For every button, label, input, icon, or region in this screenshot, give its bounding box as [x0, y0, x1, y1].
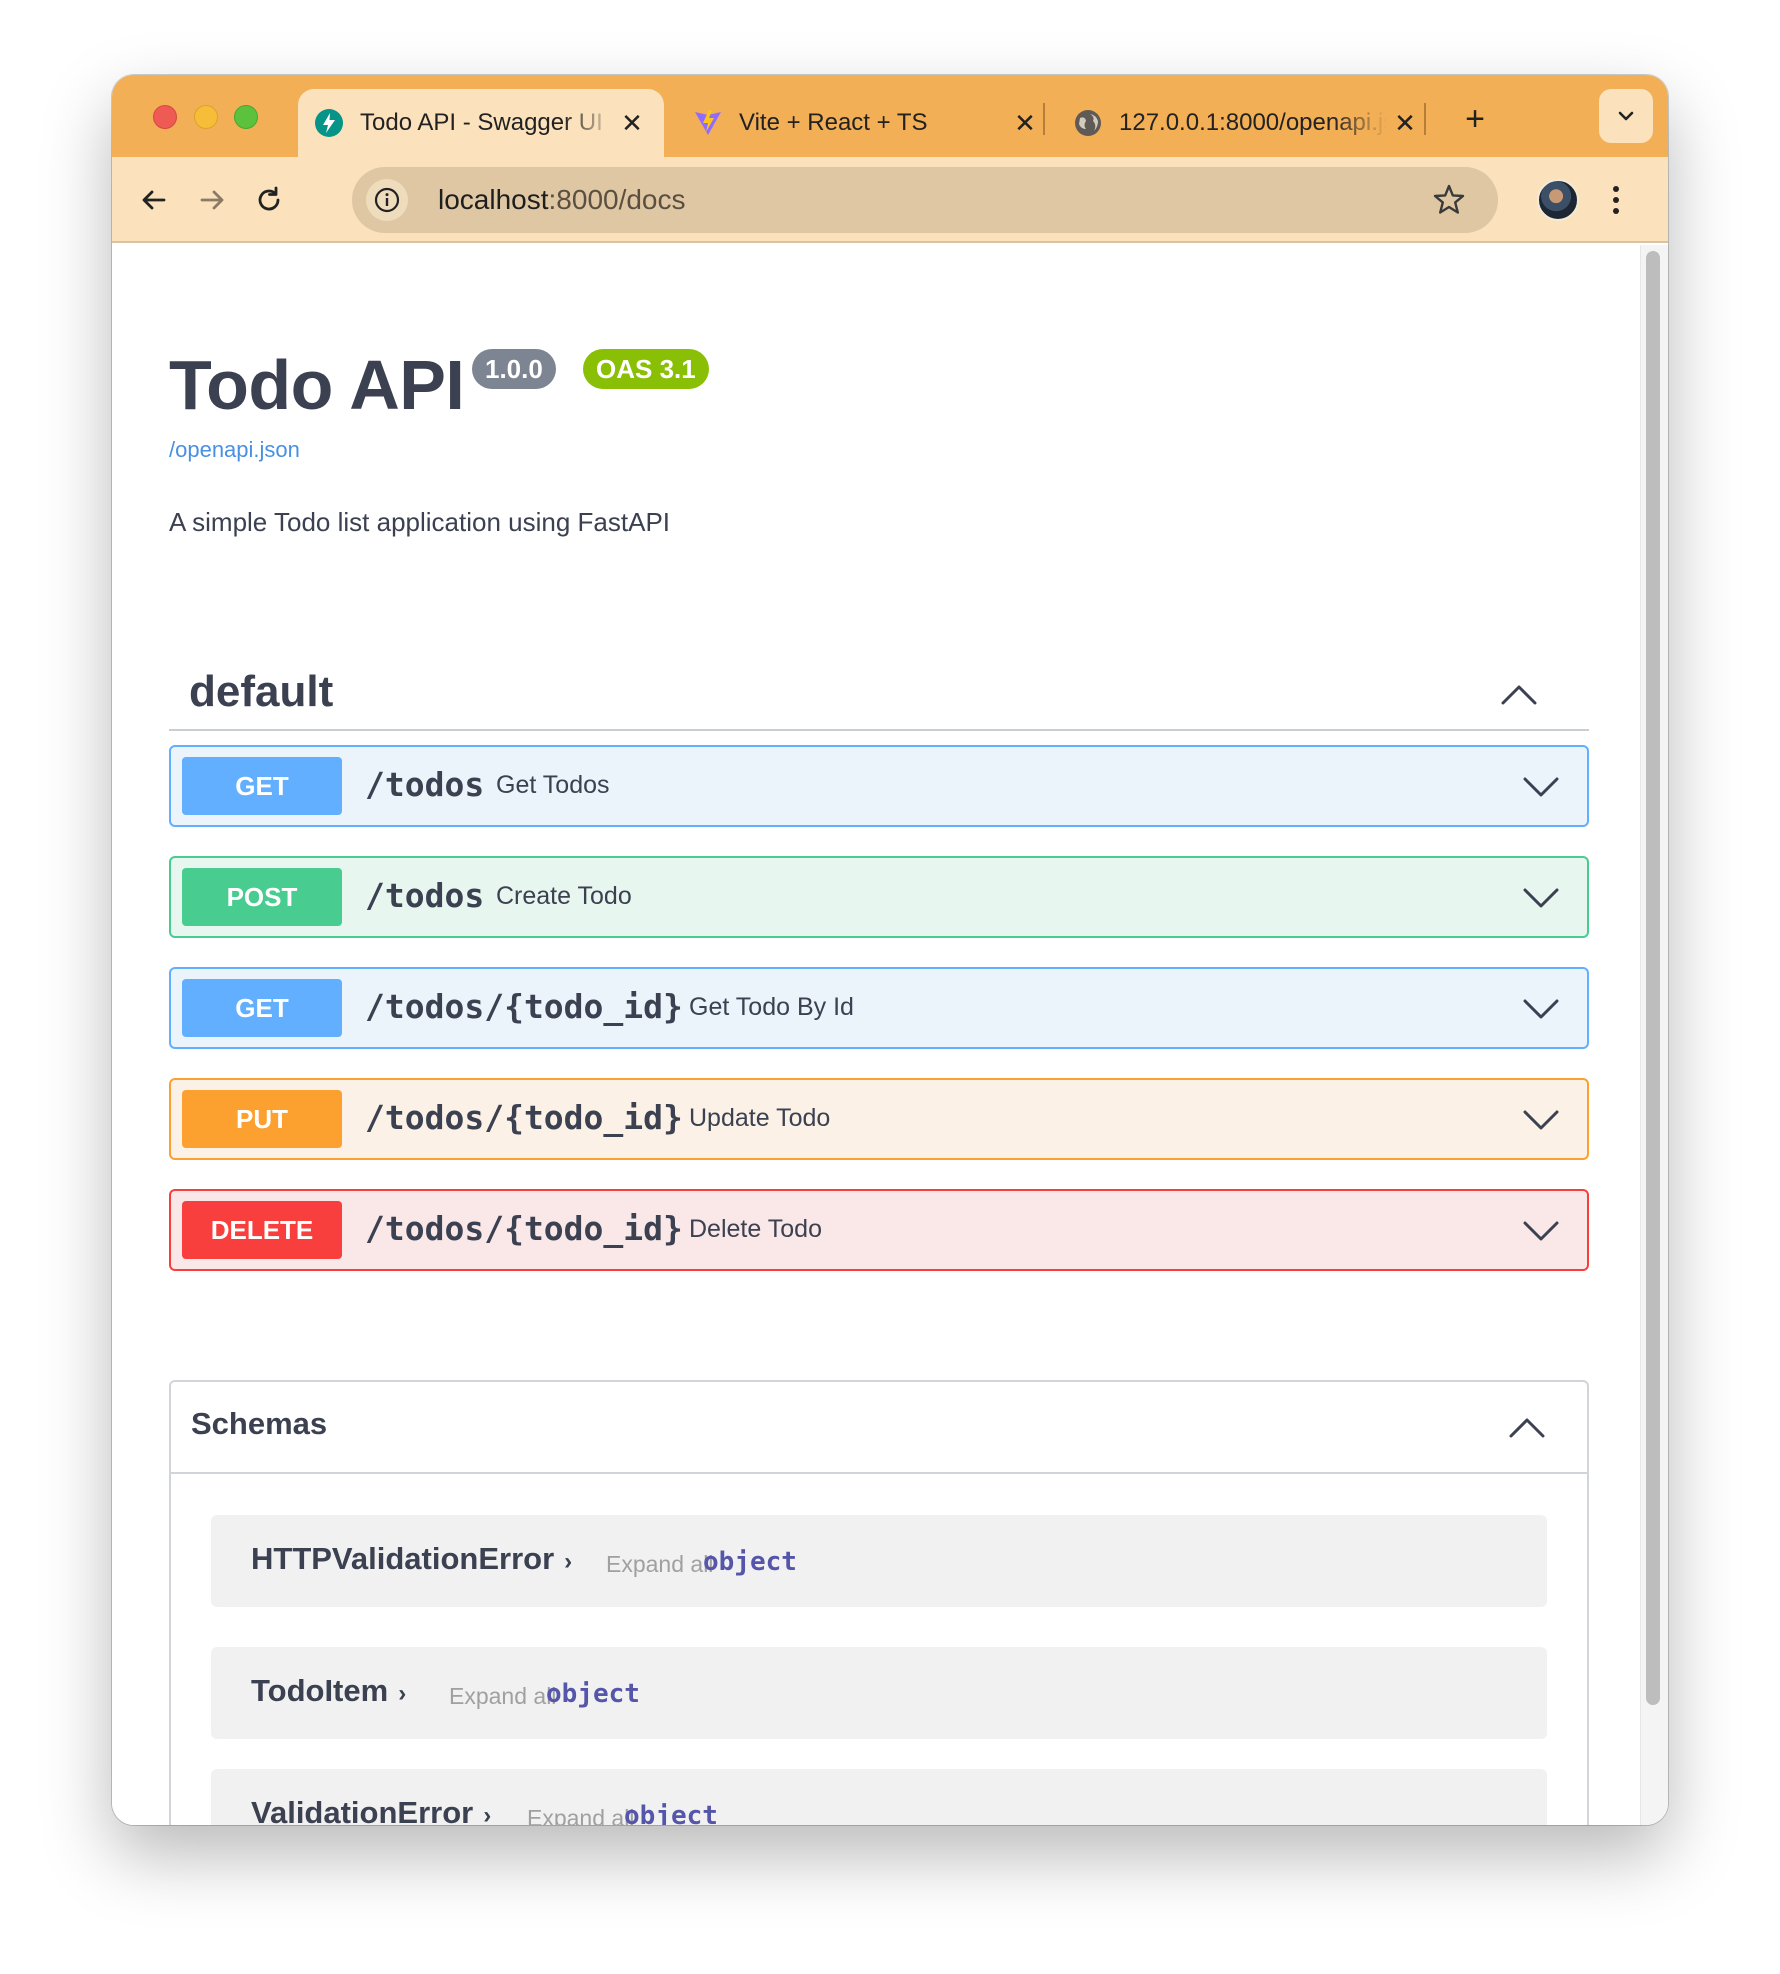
- scrollbar-thumb[interactable]: [1646, 251, 1660, 1705]
- profile-avatar[interactable]: [1537, 179, 1579, 221]
- operation-path: /todos: [365, 765, 485, 804]
- schemas-header[interactable]: Schemas: [171, 1382, 1587, 1474]
- chevron-down-icon: [1618, 111, 1634, 121]
- schema-name-text: ValidationError: [251, 1795, 474, 1825]
- chevron-right-icon: ›: [564, 1548, 573, 1575]
- chevron-down-icon[interactable]: [1521, 1102, 1561, 1138]
- back-button[interactable]: [133, 179, 175, 221]
- oas-badge: OAS 3.1: [583, 349, 709, 389]
- new-tab-button[interactable]: +: [1455, 99, 1495, 139]
- page-title: Todo API: [169, 346, 465, 424]
- schema-name-text: HTTPValidationError: [251, 1541, 555, 1576]
- expand-all-button[interactable]: Expand all: [527, 1805, 634, 1825]
- schema-model[interactable]: ValidationError › Expand all object: [211, 1769, 1547, 1825]
- vite-icon: [693, 108, 723, 138]
- site-info-icon[interactable]: [366, 179, 408, 221]
- reload-button[interactable]: [248, 179, 290, 221]
- schema-type: object: [703, 1547, 797, 1577]
- operation-summary: Update Todo: [689, 1104, 831, 1132]
- tab-title: Todo API - Swagger UI: [360, 109, 603, 136]
- tab-search-button[interactable]: [1599, 89, 1653, 143]
- schema-type: object: [624, 1801, 718, 1825]
- chevron-up-icon[interactable]: [1507, 1408, 1547, 1448]
- operation-summary: Get Todos: [496, 771, 610, 799]
- expand-all-button[interactable]: Expand all: [449, 1683, 556, 1710]
- tab-separator: [1424, 103, 1426, 135]
- reload-icon: [258, 186, 280, 211]
- close-tab-icon[interactable]: ✕: [1007, 105, 1043, 141]
- tab-title: 127.0.0.1:8000/openapi.json: [1119, 109, 1387, 136]
- url-path: :8000/docs: [548, 184, 686, 215]
- tab-vite[interactable]: Vite + React + TS ✕: [677, 89, 1057, 157]
- tab-separator: [1043, 103, 1045, 135]
- minimize-window-button[interactable]: [194, 105, 218, 129]
- url-text[interactable]: localhost:8000/docs: [438, 184, 686, 216]
- chevron-down-icon[interactable]: [1521, 769, 1561, 805]
- maximize-window-button[interactable]: [234, 105, 258, 129]
- api-description: A simple Todo list application using Fas…: [169, 507, 671, 537]
- openapi-json-link[interactable]: /openapi.json: [169, 437, 300, 463]
- browser-toolbar: localhost:8000/docs: [112, 157, 1668, 243]
- page-viewport: Todo API 1.0.0 OAS 3.1 /openapi.json A s…: [112, 245, 1668, 1825]
- operation-path: /todos/{todo_id}: [365, 1209, 683, 1248]
- operation-get-todos[interactable]: GET /todos Get Todos: [169, 745, 1589, 827]
- chevron-up-icon[interactable]: [1499, 675, 1539, 715]
- operation-delete-todo[interactable]: DELETE /todos/{todo_id} Delete Todo: [169, 1189, 1589, 1271]
- chevron-right-icon: ›: [398, 1680, 407, 1707]
- schemas-title: Schemas: [191, 1406, 328, 1441]
- chevron-down-icon[interactable]: [1521, 880, 1561, 916]
- close-tab-icon[interactable]: ✕: [614, 105, 650, 141]
- operation-summary: Delete Todo: [689, 1215, 822, 1243]
- operation-put-todo[interactable]: PUT /todos/{todo_id} Update Todo: [169, 1078, 1589, 1160]
- address-bar[interactable]: localhost:8000/docs: [352, 167, 1498, 233]
- tab-title: Vite + React + TS: [739, 109, 928, 136]
- close-tab-icon[interactable]: ✕: [1387, 105, 1423, 141]
- schema-model[interactable]: HTTPValidationError › Expand all object: [211, 1515, 1547, 1607]
- browser-menu-icon[interactable]: [1604, 179, 1628, 221]
- schema-type: object: [546, 1679, 640, 1709]
- operation-post-todos[interactable]: POST /todos Create Todo: [169, 856, 1589, 938]
- method-badge: GET: [182, 979, 342, 1037]
- browser-window: Todo API - Swagger UI ✕ Vite + React + T…: [112, 75, 1668, 1825]
- schemas-section: Schemas HTTPValidationError › Expand all …: [169, 1380, 1589, 1825]
- operation-summary: Get Todo By Id: [689, 993, 854, 1021]
- tab-swagger[interactable]: Todo API - Swagger UI ✕: [298, 89, 664, 157]
- schema-name[interactable]: ValidationError ›: [251, 1795, 491, 1825]
- method-badge: GET: [182, 757, 342, 815]
- forward-arrow-icon: [200, 190, 224, 210]
- tab-strip: Todo API - Swagger UI ✕ Vite + React + T…: [112, 75, 1668, 157]
- operation-path: /todos: [365, 876, 485, 915]
- back-arrow-icon: [142, 190, 166, 210]
- version-badge: 1.0.0: [472, 349, 556, 389]
- schema-model[interactable]: TodoItem › Expand all object: [211, 1647, 1547, 1739]
- bookmark-star-icon[interactable]: [1430, 181, 1468, 219]
- fastapi-icon: [314, 108, 344, 138]
- schema-name[interactable]: HTTPValidationError ›: [251, 1541, 572, 1577]
- operation-summary: Create Todo: [496, 882, 632, 910]
- schema-name[interactable]: TodoItem ›: [251, 1673, 406, 1709]
- globe-icon: [1073, 108, 1103, 138]
- tab-openapi-json[interactable]: 127.0.0.1:8000/openapi.json ✕: [1057, 89, 1437, 157]
- method-badge: DELETE: [182, 1201, 342, 1259]
- operation-path: /todos/{todo_id}: [365, 1098, 683, 1137]
- chevron-right-icon: ›: [483, 1802, 492, 1825]
- forward-button[interactable]: [191, 179, 233, 221]
- schema-name-text: TodoItem: [251, 1673, 389, 1708]
- tag-title: default: [189, 667, 334, 716]
- operation-get-todo-by-id[interactable]: GET /todos/{todo_id} Get Todo By Id: [169, 967, 1589, 1049]
- tag-section-header[interactable]: default: [169, 655, 1589, 731]
- close-window-button[interactable]: [153, 105, 177, 129]
- scrollbar-track[interactable]: [1640, 245, 1668, 1825]
- method-badge: POST: [182, 868, 342, 926]
- operation-path: /todos/{todo_id}: [365, 987, 683, 1026]
- url-host: localhost: [438, 184, 549, 215]
- method-badge: PUT: [182, 1090, 342, 1148]
- chevron-down-icon[interactable]: [1521, 1213, 1561, 1249]
- expand-all-button[interactable]: Expand all: [606, 1551, 713, 1578]
- chevron-down-icon[interactable]: [1521, 991, 1561, 1027]
